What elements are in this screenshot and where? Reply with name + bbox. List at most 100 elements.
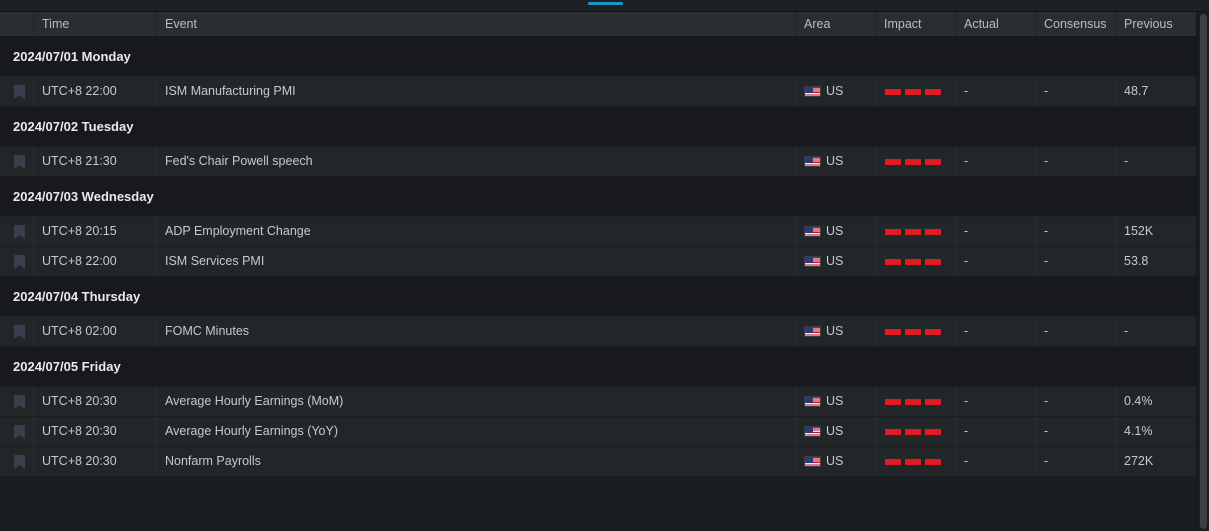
event-area: US: [796, 147, 876, 176]
event-row[interactable]: UTC+8 02:00 FOMC Minutes US - - -: [0, 317, 1196, 347]
event-time: UTC+8 20:30: [34, 417, 157, 446]
impact-bar: [905, 458, 921, 465]
area-inner: US: [804, 417, 875, 446]
event-impact: [876, 317, 956, 346]
event-row[interactable]: UTC+8 20:30 Average Hourly Earnings (YoY)…: [0, 417, 1196, 447]
date-group-label: 2024/07/01 Monday: [13, 49, 131, 64]
vertical-scrollbar[interactable]: [1196, 12, 1209, 531]
bookmark-icon[interactable]: [14, 425, 25, 439]
event-previous: -: [1124, 154, 1129, 168]
column-header-impact[interactable]: Impact: [876, 12, 956, 36]
event-consensus: -: [1036, 417, 1116, 446]
top-tab-strip: [0, 0, 1209, 12]
area-label: US: [826, 224, 844, 238]
bookmark-icon[interactable]: [14, 155, 25, 169]
column-header-event[interactable]: Event: [157, 12, 796, 36]
event-name[interactable]: ISM Services PMI: [157, 247, 796, 276]
area-inner: US: [804, 247, 875, 276]
bookmark-cell[interactable]: [0, 387, 34, 416]
bookmark-cell[interactable]: [0, 247, 34, 276]
event-area: US: [796, 317, 876, 346]
date-group-row: 2024/07/03 Wednesday: [0, 177, 1196, 217]
event-row[interactable]: UTC+8 20:15 ADP Employment Change US - -152K: [0, 217, 1196, 247]
bookmark-cell[interactable]: [0, 77, 34, 106]
us-flag-icon: [804, 256, 821, 267]
area-label: US: [826, 454, 844, 468]
event-impact: [876, 147, 956, 176]
impact-bar: [925, 258, 941, 265]
bookmark-cell[interactable]: [0, 217, 34, 246]
impact-bars: [884, 387, 955, 416]
event-consensus: -: [1036, 447, 1116, 476]
us-flag-icon: [804, 396, 821, 407]
impact-bar: [905, 258, 921, 265]
event-name[interactable]: Fed's Chair Powell speech: [157, 147, 796, 176]
date-group-row: 2024/07/04 Thursday: [0, 277, 1196, 317]
event-actual: -: [956, 387, 1036, 416]
event-row[interactable]: UTC+8 20:30 Nonfarm Payrolls US - -272K: [0, 447, 1196, 477]
economic-calendar-table: Time Event Area Impact Actual Consensus Previo…: [0, 12, 1196, 477]
event-name[interactable]: Average Hourly Earnings (YoY): [157, 417, 796, 446]
bookmark-cell[interactable]: [0, 417, 34, 446]
area-label: US: [826, 324, 844, 338]
event-previous: 48.7: [1124, 84, 1149, 98]
column-header-actual[interactable]: Actual: [956, 12, 1036, 36]
event-name[interactable]: Nonfarm Payrolls: [157, 447, 796, 476]
area-inner: US: [804, 77, 875, 106]
bookmark-icon[interactable]: [14, 225, 25, 239]
event-area: US: [796, 77, 876, 106]
event-row[interactable]: UTC+8 21:30 Fed's Chair Powell speech US - -…: [0, 147, 1196, 177]
economic-calendar-panel: Time Event Area Impact Actual Consensus Previo…: [0, 0, 1209, 531]
impact-bar: [905, 228, 921, 235]
column-header-bookmark[interactable]: [0, 12, 34, 36]
event-name[interactable]: Average Hourly Earnings (MoM): [157, 387, 796, 416]
column-header-time[interactable]: Time: [34, 12, 157, 36]
bookmark-cell[interactable]: [0, 317, 34, 346]
impact-bar: [885, 398, 901, 405]
area-label: US: [826, 424, 844, 438]
event-row[interactable]: UTC+8 22:00 ISM Manufacturing PMI US - -48.7: [0, 77, 1196, 107]
event-consensus: -: [1036, 247, 1116, 276]
impact-bar: [925, 398, 941, 405]
event-actual: -: [956, 247, 1036, 276]
event-consensus: -: [1036, 217, 1116, 246]
bookmark-icon[interactable]: [14, 255, 25, 269]
bookmark-cell[interactable]: [0, 147, 34, 176]
area-inner: US: [804, 317, 875, 346]
impact-bar: [885, 328, 901, 335]
impact-bar: [885, 158, 901, 165]
event-actual: -: [956, 77, 1036, 106]
event-row[interactable]: UTC+8 22:00 ISM Services PMI US - -53.8: [0, 247, 1196, 277]
event-area: US: [796, 447, 876, 476]
event-actual: -: [956, 417, 1036, 446]
bookmark-icon[interactable]: [14, 455, 25, 469]
impact-bar: [885, 228, 901, 235]
impact-bar: [905, 428, 921, 435]
column-header-consensus[interactable]: Consensus: [1036, 12, 1116, 36]
event-name[interactable]: ISM Manufacturing PMI: [157, 77, 796, 106]
active-tab-indicator[interactable]: [588, 2, 623, 5]
column-header-area[interactable]: Area: [796, 12, 876, 36]
event-impact: [876, 447, 956, 476]
impact-bars: [884, 217, 955, 246]
impact-bar: [905, 88, 921, 95]
date-group-label: 2024/07/03 Wednesday: [13, 189, 154, 204]
impact-bars: [884, 147, 955, 176]
event-name[interactable]: ADP Employment Change: [157, 217, 796, 246]
bookmark-icon[interactable]: [14, 85, 25, 99]
event-previous: 53.8: [1124, 254, 1149, 268]
event-name[interactable]: FOMC Minutes: [157, 317, 796, 346]
bookmark-icon[interactable]: [14, 395, 25, 409]
column-header-previous[interactable]: Previous: [1116, 12, 1196, 36]
event-actual: -: [956, 447, 1036, 476]
bookmark-icon[interactable]: [14, 325, 25, 339]
impact-bars: [884, 317, 955, 346]
event-impact: [876, 217, 956, 246]
event-area: US: [796, 417, 876, 446]
vertical-scrollbar-thumb[interactable]: [1200, 14, 1207, 529]
bookmark-cell[interactable]: [0, 447, 34, 476]
impact-bars: [884, 417, 955, 446]
event-impact: [876, 247, 956, 276]
event-row[interactable]: UTC+8 20:30 Average Hourly Earnings (MoM)…: [0, 387, 1196, 417]
date-group-label: 2024/07/02 Tuesday: [13, 119, 134, 134]
